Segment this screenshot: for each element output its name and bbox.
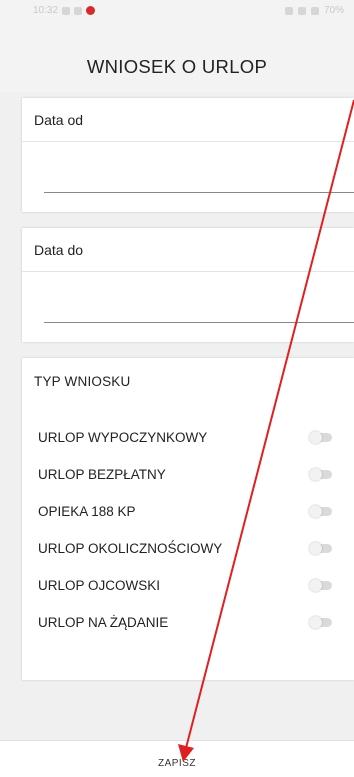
status-bar-right: 70%: [284, 5, 344, 16]
toggle-switch[interactable]: [309, 542, 332, 555]
option-urlop-bezplatny[interactable]: URLOP BEZPŁATNY: [22, 460, 354, 490]
status-bar-left: 10:32: [33, 5, 96, 16]
toggle-switch[interactable]: [309, 616, 332, 629]
page-title: WNIOSEK O URLOP: [86, 56, 268, 77]
toggle-switch[interactable]: [309, 431, 332, 444]
date-to-input[interactable]: [44, 298, 354, 323]
request-type-card: TYP WNIOSKU URLOP WYPOCZYNKOWY URLOP BEZ…: [22, 358, 354, 680]
signal-icon: [310, 6, 319, 15]
toggle-switch[interactable]: [309, 505, 332, 518]
option-urlop-ojcowski[interactable]: URLOP OJCOWSKI: [22, 571, 354, 601]
option-urlop-okolicznosciowy[interactable]: URLOP OKOLICZNOŚCIOWY: [22, 534, 354, 564]
option-opieka-188-kp[interactable]: OPIEKA 188 KP: [22, 497, 354, 527]
save-button[interactable]: ZAPISZ: [0, 741, 354, 777]
toggle-switch[interactable]: [309, 468, 332, 481]
option-label: URLOP BEZPŁATNY: [38, 467, 166, 482]
option-urlop-na-zadanie[interactable]: URLOP NA ŻĄDANIE: [22, 608, 354, 638]
battery-level: 70%: [323, 5, 344, 16]
date-from-input[interactable]: [44, 168, 354, 193]
option-label: URLOP OJCOWSKI: [38, 578, 161, 593]
alarm-icon: [284, 6, 293, 15]
status-bar: 10:32 70%: [0, 0, 354, 22]
wifi-icon: [297, 6, 306, 15]
date-from-card: Data od: [22, 98, 354, 212]
notification-icon: [62, 6, 71, 15]
gallery-icon: [74, 6, 83, 15]
app-bar: WNIOSEK O URLOP: [0, 22, 354, 92]
date-to-card: Data do: [22, 228, 354, 342]
screen-record-icon: [86, 6, 96, 15]
option-urlop-wypoczynkowy[interactable]: URLOP WYPOCZYNKOWY: [22, 423, 354, 453]
option-label: OPIEKA 188 KP: [38, 504, 136, 519]
option-label: URLOP OKOLICZNOŚCIOWY: [38, 541, 223, 556]
request-type-title: TYP WNIOSKU: [34, 374, 131, 389]
date-to-label: Data do: [22, 228, 354, 272]
option-label: URLOP NA ŻĄDANIE: [38, 615, 169, 630]
bottom-bar: ZAPISZ: [0, 740, 354, 777]
form-content: Data od Data do TYP WNIOSKU URLOP WYPOCZ…: [0, 92, 354, 740]
option-label: URLOP WYPOCZYNKOWY: [38, 430, 208, 445]
toggle-switch[interactable]: [309, 579, 332, 592]
date-from-label: Data od: [22, 98, 354, 142]
status-time: 10:32: [33, 5, 59, 16]
